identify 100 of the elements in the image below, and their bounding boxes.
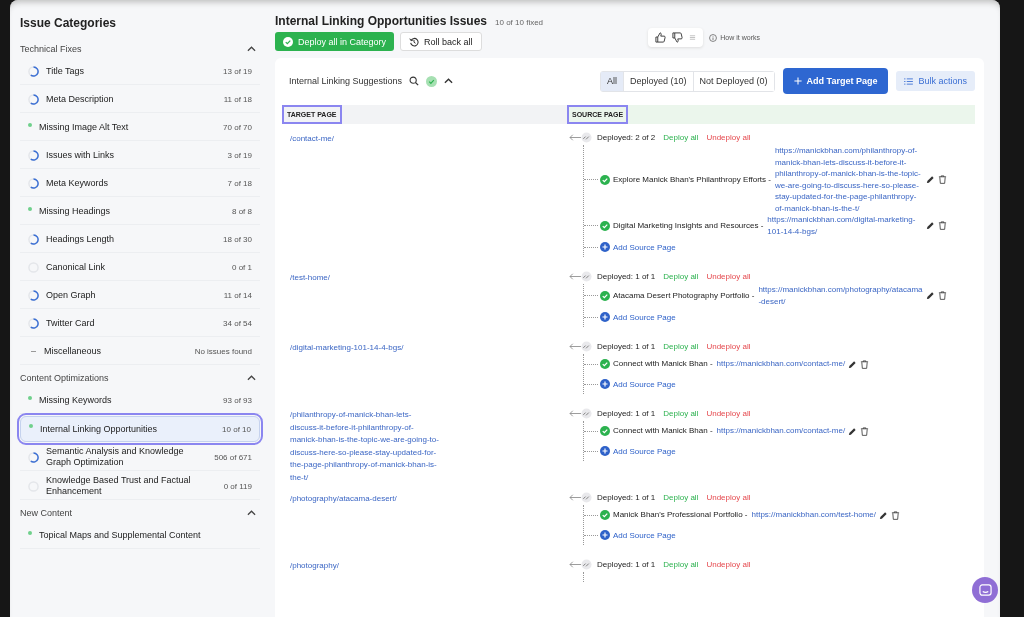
issue-count: No issues found — [194, 347, 252, 356]
category-label: Missing Headings — [39, 206, 112, 217]
issue-count: 8 of 8 — [232, 207, 252, 216]
category-item[interactable]: Twitter Card 34 of 54 — [20, 311, 260, 337]
undeploy-all-link[interactable]: Undeploy all — [706, 559, 751, 569]
category-item[interactable]: Missing Headings 8 of 8 — [20, 199, 260, 225]
category-item[interactable]: Meta Description 11 of 18 — [20, 87, 260, 113]
category-item[interactable]: Miscellaneous No issues found — [20, 339, 260, 365]
category-label: Issues with Links — [46, 150, 116, 161]
chevron-icon[interactable] — [247, 375, 256, 381]
category-item[interactable]: Issues with Links 3 of 19 — [20, 143, 260, 169]
issue-count: 70 of 70 — [223, 123, 252, 132]
bulk-actions-button[interactable]: Bulk actions — [896, 71, 975, 91]
trash-icon[interactable] — [938, 291, 947, 300]
thumbs-down-icon[interactable] — [672, 32, 684, 43]
trash-icon[interactable] — [891, 510, 900, 520]
issue-count: 10 of 10 — [222, 424, 251, 434]
target-page-link[interactable]: /philanthropy-of-manick-bhan-lets-discuss-it-before-it-philanthropy-of-manick-bhan-is-the-topic-we-are-going-to-discuss-here-so-please-stay-updated-for-the-page-philanthropy-of-manick-bhan-is-the-t/ — [290, 409, 440, 484]
category-label: Missing Image Alt Text — [39, 122, 130, 133]
undeploy-all-link[interactable]: Undeploy all — [706, 492, 751, 502]
chevron-icon[interactable] — [247, 510, 256, 516]
category-label: Miscellaneous — [44, 346, 103, 357]
trash-icon[interactable] — [860, 426, 870, 436]
target-page-link[interactable]: /contact-me/ — [290, 133, 440, 146]
source-url-link[interactable]: https://manickbhan.com/digital-marketing-101-14-4-bgs/ — [767, 214, 923, 237]
category-item[interactable]: Missing Image Alt Text 70 of 70 — [20, 115, 260, 141]
chevron-icon[interactable] — [247, 46, 256, 52]
progress-ring-icon — [28, 94, 39, 105]
plus-circle-icon — [600, 446, 610, 456]
source-url-link[interactable]: https://manickbhan.com/contact-me/ — [716, 425, 846, 437]
category-label: Title Tags — [46, 66, 86, 77]
undeploy-all-link[interactable]: Undeploy all — [706, 271, 751, 281]
issue-count: 11 of 14 — [223, 291, 252, 300]
pencil-icon[interactable] — [926, 221, 935, 230]
chat-button[interactable] — [972, 577, 998, 603]
undeploy-all-link[interactable]: Undeploy all — [706, 132, 751, 142]
link-arrow-icon — [569, 407, 593, 419]
source-page-title: Digital Marketing Insights and Resources - — [613, 219, 764, 232]
target-page-link[interactable]: /test-home/ — [290, 272, 440, 285]
source-page-title: Manick Bhan's Professional Portfolio - — [613, 509, 748, 521]
source-url-link[interactable]: https://manickbhan.com/photography/atacama-desert/ — [758, 284, 923, 307]
chat-icon — [978, 583, 992, 597]
issue-count: 0 of 119 — [223, 481, 252, 491]
issue-count: 93 of 93 — [223, 396, 252, 405]
search-icon[interactable] — [409, 76, 420, 86]
check-icon — [426, 75, 438, 87]
check-icon — [283, 36, 293, 47]
category-item[interactable]: Headings Length 18 of 30 — [20, 227, 260, 253]
undeploy-all-link[interactable]: Undeploy all — [706, 408, 751, 418]
group-label: New Content — [20, 508, 73, 518]
page-title: Internal Linking Opportunities Issues — [275, 14, 488, 28]
add-source-page-link[interactable]: Add Source Page — [600, 242, 676, 252]
plus-icon — [793, 77, 802, 85]
target-page-link[interactable]: /photography/atacama-desert/ — [290, 493, 440, 506]
category-item[interactable]: Title Tags 13 of 19 — [20, 59, 260, 85]
target-page-link[interactable]: /digital-marketing-101-14-4-bgs/ — [290, 342, 440, 355]
roll-back-button[interactable]: Roll back all — [400, 32, 482, 51]
add-source-page-link[interactable]: Add Source Page — [600, 530, 676, 540]
trash-icon[interactable] — [938, 221, 947, 230]
pencil-icon[interactable] — [926, 175, 935, 184]
trash-icon[interactable] — [938, 175, 947, 184]
category-label: Meta Description — [46, 94, 115, 105]
filter-tab[interactable]: Not Deployed (0) — [692, 71, 774, 91]
status-dot — [28, 122, 32, 127]
category-item[interactable]: Open Graph 11 of 14 — [20, 283, 260, 309]
list-icon — [904, 77, 914, 85]
source-url-link[interactable]: https://manickbhan.com/test-home/ — [751, 509, 876, 521]
category-item[interactable]: Knowledge Based Trust and Factual Enhancement 0 of 119 — [20, 473, 260, 500]
pencil-icon[interactable] — [926, 291, 935, 300]
category-item[interactable]: Internal Linking Opportunities 10 of 10 — [20, 416, 260, 442]
issue-count: 3 of 19 — [227, 151, 252, 160]
pencil-icon[interactable] — [848, 426, 858, 436]
add-source-page-link[interactable]: Add Source Page — [600, 312, 676, 322]
undeploy-all-link[interactable]: Undeploy all — [706, 341, 751, 351]
trash-icon[interactable] — [860, 359, 870, 369]
target-page-link[interactable]: /photography/ — [290, 560, 440, 573]
category-item[interactable]: Topical Maps and Supplemental Content — [20, 523, 260, 549]
source-page-title: Atacama Desert Photography Portfolio - — [613, 289, 755, 302]
pencil-icon[interactable] — [879, 510, 888, 520]
chevron-up-icon[interactable] — [444, 78, 454, 84]
source-url-link[interactable]: https://manickbhan.com/contact-me/ — [716, 358, 846, 370]
fixed-count: 10 of 10 fixed — [495, 18, 544, 27]
status-dot — [29, 424, 33, 428]
progress-ring-icon — [28, 66, 39, 77]
pencil-icon[interactable] — [848, 359, 858, 369]
plus-circle-icon — [600, 530, 610, 540]
category-item[interactable]: Meta Keywords 7 of 18 — [20, 171, 260, 197]
progress-ring-icon — [28, 234, 39, 245]
filter-tab[interactable]: All — [601, 71, 624, 91]
category-label: Semantic Analysis and Knowledge Graph Optimization — [46, 446, 185, 468]
category-item[interactable]: Semantic Analysis and Knowledge Graph Optimization 506 of 671 — [20, 444, 260, 471]
category-item[interactable]: Canonical Link 0 of 1 — [20, 255, 260, 281]
category-label: Missing Keywords — [39, 395, 113, 406]
status-dot — [28, 395, 32, 400]
thumbs-up-icon[interactable] — [655, 32, 667, 43]
add-source-page-link[interactable]: Add Source Page — [600, 446, 676, 456]
source-page-title: Connect with Manick Bhan - — [613, 425, 713, 437]
add-source-page-link[interactable]: Add Source Page — [600, 379, 676, 389]
add-target-page-button[interactable]: Add Target Page — [782, 68, 889, 94]
issue-count: 506 of 671 — [214, 452, 252, 462]
